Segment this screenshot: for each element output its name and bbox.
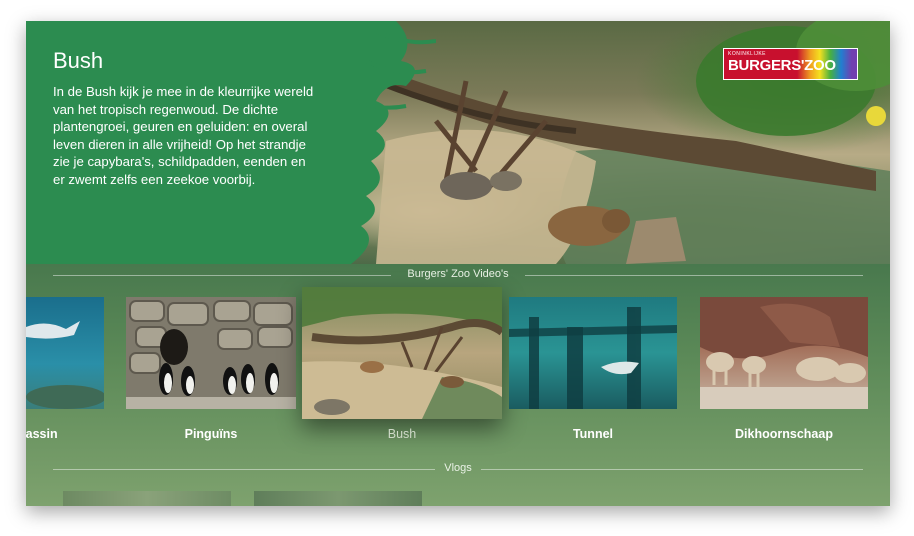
section-header-videos: Burgers' Zoo Video's [53,268,863,282]
divider-line [525,275,863,276]
tv-app-window: Bush In de Bush kijk je mee in de kleurr… [26,21,890,506]
leaf-silhouette-icon [326,21,436,264]
divider-line [481,469,863,470]
video-title: Dikhoornschaap [735,427,833,441]
video-title: Pinguïns [184,427,238,441]
hero-banner: Bush In de Bush kijk je mee in de kleurr… [26,21,890,264]
shark-thumbnail [26,297,104,409]
vlog-thumbnail[interactable] [254,491,422,506]
hero-title: Bush [53,48,104,73]
vlog-thumbnail[interactable] [63,491,231,506]
burgers-zoo-logo: KONINKLIJKE BURGERS'ZOO [723,48,858,80]
bighorn-sheep-thumbnail [700,297,868,409]
video-title: Bush [387,427,417,441]
video-tile-bush[interactable]: Bush [302,287,502,441]
bush-thumbnail [302,287,502,419]
hero-description: In de Bush kijk je mee in de kleurrijke … [53,84,314,187]
logo-main-text: BURGERS'ZOO [728,57,836,74]
video-tile-tunnel[interactable]: Tunnel [509,297,677,441]
video-tile-dikhoornschaap[interactable]: Dikhoornschaap [700,297,868,441]
video-tile-bassin[interactable]: bassin [26,297,104,441]
video-tile-pinguins[interactable]: Pinguïns [126,297,296,441]
section-title: Burgers' Zoo Video's [407,268,509,280]
tunnel-thumbnail [509,297,677,409]
penguins-thumbnail [126,297,296,409]
section-title: Vlogs [444,462,472,474]
video-title: Tunnel [572,427,614,441]
section-header-vlogs: Vlogs [53,462,863,476]
video-title: bassin [26,427,58,441]
video-row: bassin [26,287,890,441]
